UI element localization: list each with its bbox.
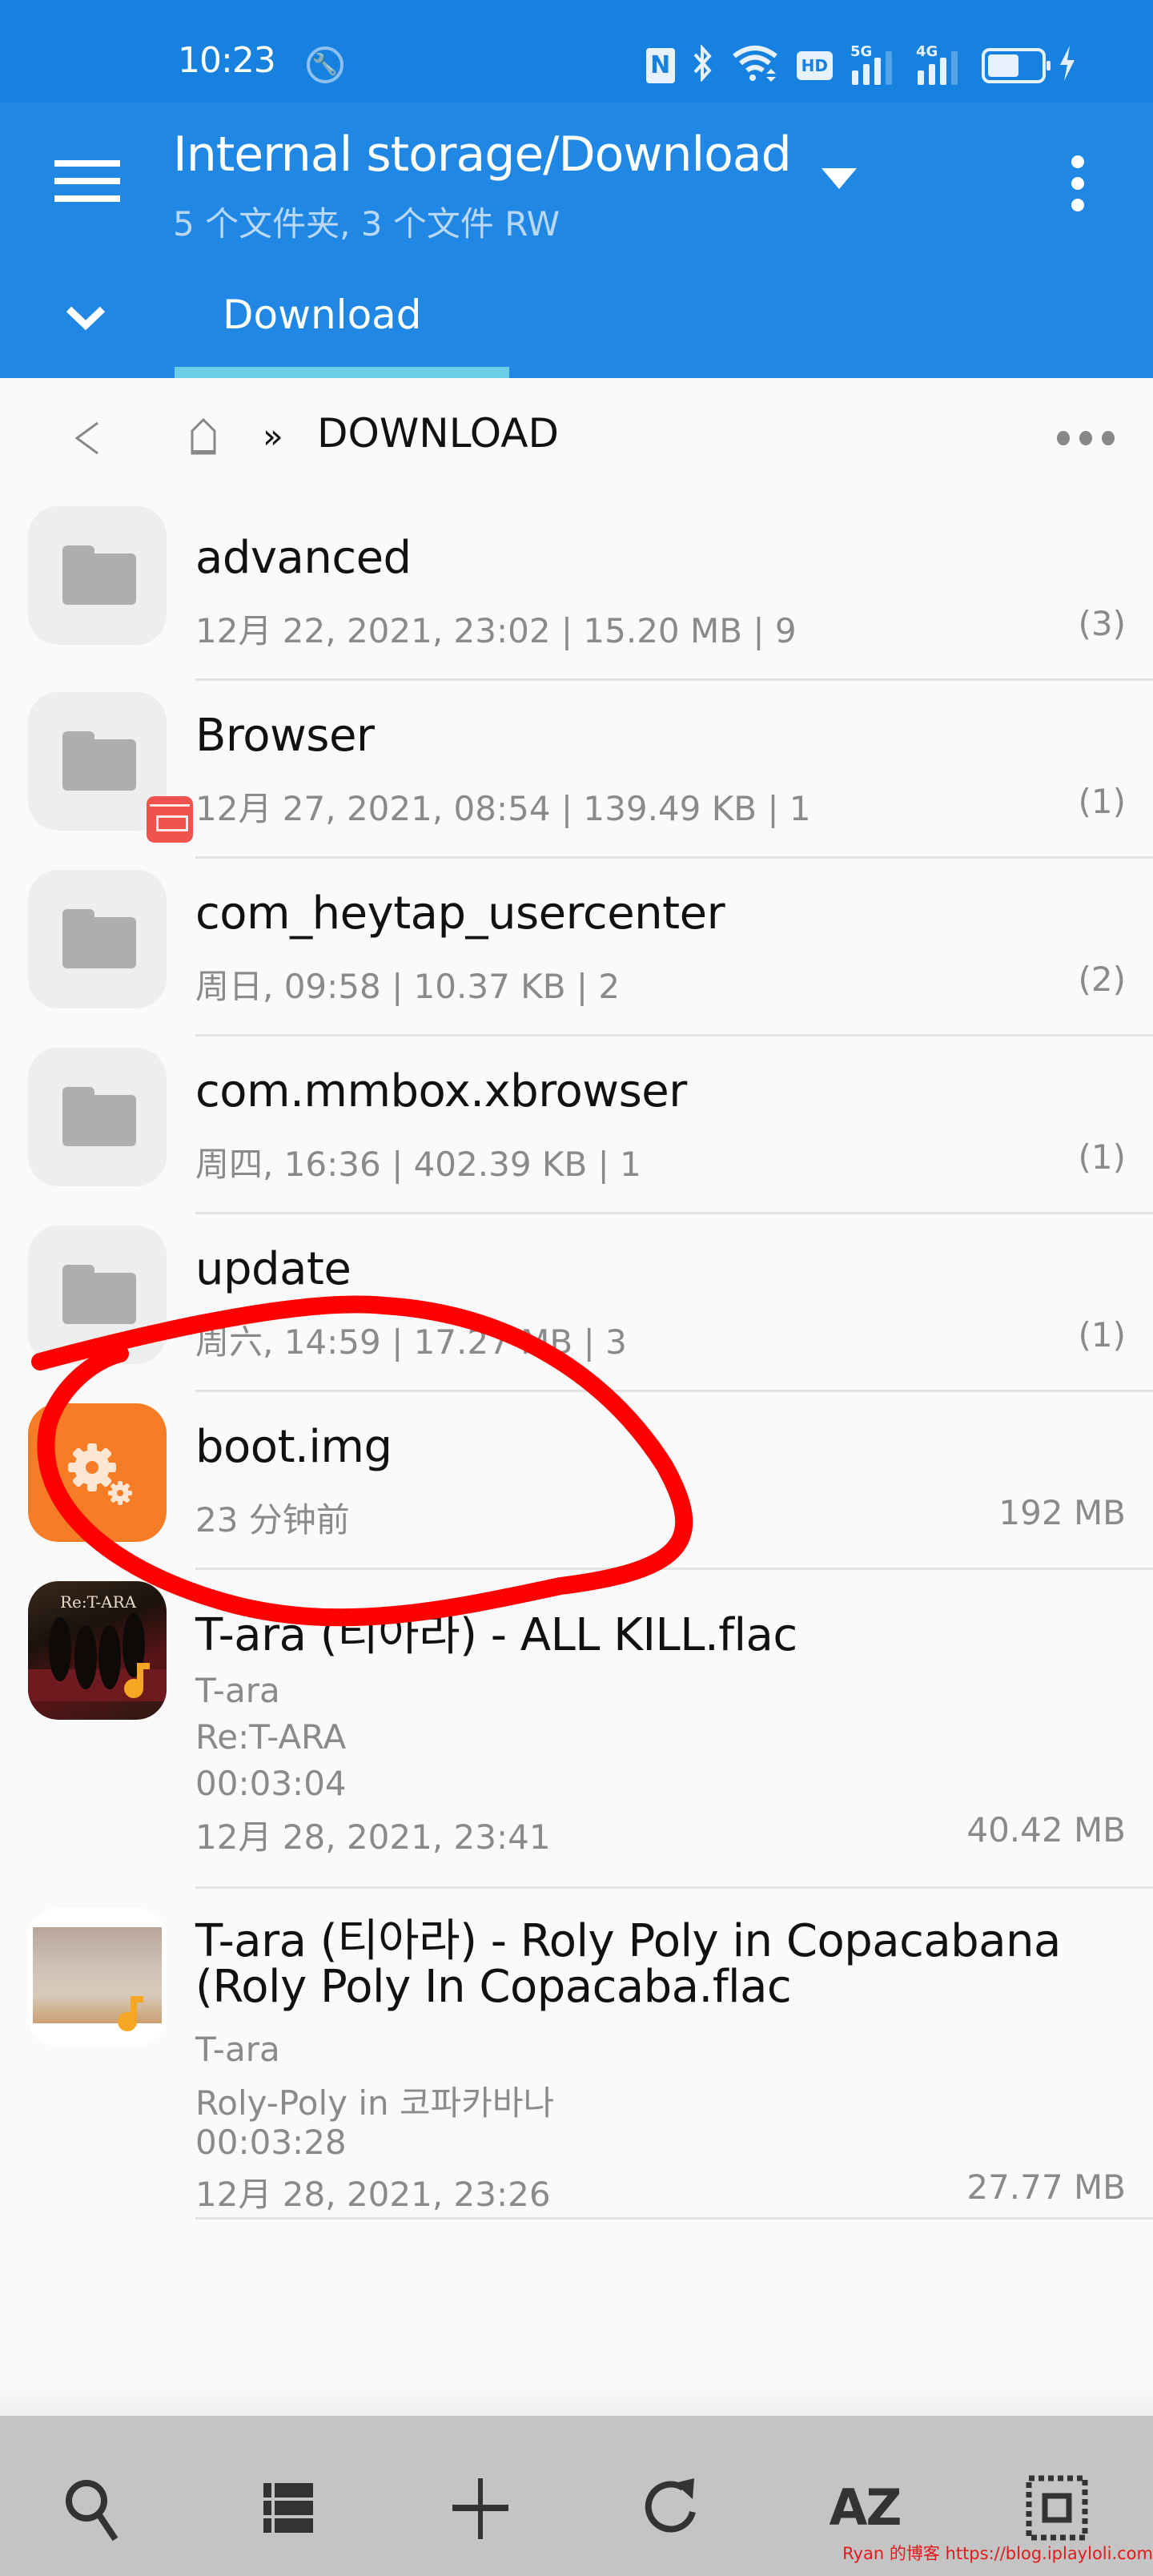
item-count: (1) <box>1078 782 1127 821</box>
sort-az-button[interactable]: AZ <box>829 2472 902 2544</box>
folder-icon <box>28 1226 167 1364</box>
bluetooth-icon <box>693 43 713 87</box>
browser-app-badge-icon <box>147 796 193 843</box>
item-meta: 23 分钟前 <box>195 1500 350 1540</box>
item-meta: 12月 27, 2021, 08:54 | 139.49 KB | 1 <box>195 789 811 828</box>
home-icon[interactable] <box>186 417 221 457</box>
item-name-line2: (Roly Poly In Copacaba.flac <box>195 1961 792 2013</box>
status-icons: N HD 5G 4G <box>645 43 1076 87</box>
item-date: 12月 28, 2021, 23:41 <box>195 1817 551 1857</box>
file-list: advanced 12月 22, 2021, 23:02 | 15.20 MB … <box>0 503 1153 2220</box>
list-item-folder[interactable]: com_heytap_usercenter 周日, 09:58 | 10.37 … <box>0 859 1153 1036</box>
item-name: boot.img <box>195 1421 392 1473</box>
folder-icon <box>28 506 167 645</box>
back-arrow-icon[interactable] <box>72 420 104 457</box>
status-time: 10:23 <box>178 40 276 81</box>
music-note-icon <box>124 1663 150 1698</box>
more-horizontal-icon[interactable] <box>1057 429 1121 449</box>
item-duration: 00:03:28 <box>195 2123 347 2162</box>
item-name: com_heytap_usercenter <box>195 888 725 940</box>
app-bar: Internal storage/Download 5 个文件夹, 3 个文件 … <box>0 103 1153 378</box>
item-count: (1) <box>1078 1315 1127 1354</box>
item-name: Browser <box>195 710 375 762</box>
item-count: (3) <box>1078 604 1127 643</box>
divider <box>195 2217 1153 2220</box>
charging-icon <box>1059 46 1076 86</box>
item-meta: 周四, 16:36 | 402.39 KB | 1 <box>195 1145 641 1184</box>
gears-icon <box>28 1403 167 1542</box>
wifi-icon <box>731 45 779 87</box>
item-meta: 周六, 14:59 | 17.27 MB | 3 <box>195 1322 627 1362</box>
item-count: (1) <box>1078 1137 1127 1177</box>
add-icon[interactable] <box>444 2472 516 2544</box>
breadcrumb-current[interactable]: DOWNLOAD <box>317 410 559 457</box>
breadcrumb: » DOWNLOAD <box>0 378 1153 497</box>
music-note-icon <box>118 1996 143 2031</box>
battery-icon <box>982 48 1051 83</box>
signal-4g-icon: 4G <box>916 43 964 85</box>
list-item-audio[interactable]: Re:T-ARA T-ara (티아라) - ALL KILL.flac T-a… <box>0 1570 1153 1889</box>
folder-icon <box>28 870 167 1008</box>
overflow-menu-icon[interactable] <box>1062 155 1094 211</box>
wrench-icon: 🔧 <box>307 46 343 83</box>
breadcrumb-separator: » <box>263 417 283 456</box>
item-meta: 12月 22, 2021, 23:02 | 15.20 MB | 9 <box>195 611 797 650</box>
item-artist: T-ara <box>195 1671 280 1710</box>
album-art: Re:T-ARA <box>28 1581 167 1720</box>
list-item-file[interactable]: boot.img 23 分钟前 192 MB <box>0 1392 1153 1570</box>
item-duration: 00:03:04 <box>195 1764 347 1803</box>
item-size: 192 MB <box>998 1493 1126 1532</box>
dropdown-arrow-icon[interactable] <box>822 168 857 189</box>
item-name: update <box>195 1243 352 1295</box>
list-item-folder[interactable]: advanced 12月 22, 2021, 23:02 | 15.20 MB … <box>0 503 1153 681</box>
list-item-folder[interactable]: com.mmbox.xbrowser 周四, 16:36 | 402.39 KB… <box>0 1036 1153 1214</box>
hd-voice-icon: HD <box>796 51 833 80</box>
select-all-icon[interactable] <box>1021 2472 1093 2544</box>
item-date: 12月 28, 2021, 23:26 <box>195 2175 551 2214</box>
album-art <box>28 1908 167 2047</box>
signal-5g-icon: 5G <box>850 43 898 85</box>
chevron-down-icon[interactable] <box>64 301 107 333</box>
item-size: 40.42 MB <box>966 1810 1126 1849</box>
item-album: Roly-Poly in 코파카바나 <box>195 2083 555 2123</box>
status-bar: 10:23 🔧 N HD 5G 4G <box>0 0 1153 103</box>
item-album: Re:T-ARA <box>195 1717 347 1757</box>
hamburger-menu-icon[interactable] <box>54 160 120 202</box>
list-item-folder[interactable]: Browser 12月 27, 2021, 08:54 | 139.49 KB … <box>0 681 1153 859</box>
tab-download[interactable]: Download <box>175 284 509 378</box>
folder-icon <box>28 692 193 843</box>
item-size: 27.77 MB <box>966 2167 1126 2207</box>
path-title[interactable]: Internal storage/Download <box>173 127 792 183</box>
tab-indicator <box>175 367 509 378</box>
item-name-line1: T-ara (티아라) - Roly Poly in Copacabana <box>195 1915 1061 1967</box>
item-name: T-ara (티아라) - ALL KILL.flac <box>195 1609 797 1661</box>
item-name: advanced <box>195 532 412 584</box>
watermark: Ryan 的博客 https://blog.iplayloli.com <box>842 2544 1153 2563</box>
list-view-icon[interactable] <box>252 2472 324 2544</box>
item-artist: T-ara <box>195 2030 280 2069</box>
list-item-audio[interactable]: T-ara (티아라) - Roly Poly in Copacabana (R… <box>0 1889 1153 2220</box>
folder-summary: 5 个文件夹, 3 个文件 RW <box>173 204 560 244</box>
item-name: com.mmbox.xbrowser <box>195 1065 687 1117</box>
refresh-icon[interactable] <box>637 2472 709 2544</box>
item-count: (2) <box>1078 960 1127 999</box>
list-item-folder[interactable]: update 周六, 14:59 | 17.27 MB | 3 (1) <box>0 1214 1153 1392</box>
search-icon[interactable] <box>58 2472 130 2544</box>
folder-icon <box>28 1048 167 1186</box>
item-meta: 周日, 09:58 | 10.37 KB | 2 <box>195 967 621 1006</box>
tab-label: Download <box>223 292 422 338</box>
nfc-icon: N <box>645 48 675 83</box>
